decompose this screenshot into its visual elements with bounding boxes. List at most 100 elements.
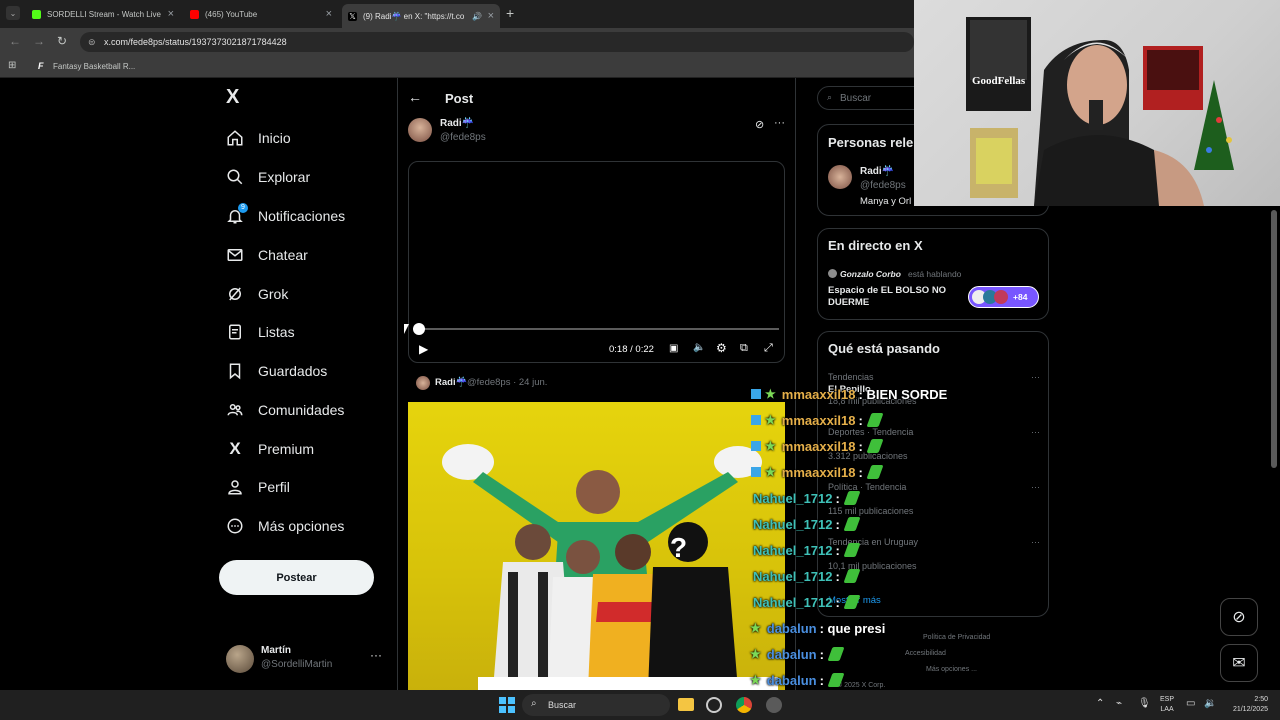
close-tab-icon[interactable]: × [326,8,332,20]
file-explorer-icon[interactable] [678,698,694,711]
trend-more-icon[interactable]: ··· [1031,482,1040,492]
app-icon[interactable] [706,697,722,713]
audio-icon[interactable]: 🔊 [472,12,482,21]
grok-explain-icon[interactable]: ⊘ [755,118,764,131]
live-host-name[interactable]: Gonzalo Corbo [840,269,901,279]
nav-label: Explorar [258,169,311,185]
reload-icon[interactable]: ↻ [57,34,67,48]
url-field[interactable]: ⊜ x.com/fede8ps/status/19373730218717844… [80,32,914,52]
browser-tab-youtube[interactable]: (465) YouTube × [184,4,338,24]
nav-communities[interactable]: Comunidades [226,397,344,423]
volume-icon[interactable]: 🔈 [693,342,705,353]
site-info-icon[interactable]: ⊜ [88,37,96,48]
settings-gear-icon[interactable]: ⚙ [716,341,727,355]
grok-floating-button[interactable]: ⊘ [1220,598,1258,636]
trend-more-icon[interactable]: ··· [1031,427,1040,437]
nav-lists[interactable]: Listas [226,319,295,345]
fullscreen-icon[interactable]: ⤢ [764,342,773,355]
language-indicator[interactable]: ESP LAA [1160,695,1174,715]
chrome-icon[interactable] [736,697,752,713]
page-scrollbar[interactable] [1271,210,1277,468]
url-text: x.com/fede8ps/status/1937373021871784428 [104,37,287,47]
chat-message: Nahuel_1712 : [753,566,861,586]
captions-icon[interactable]: ▣ [669,343,678,354]
chat-text: : [819,646,824,662]
chat-text: : [835,568,840,584]
nav-more-options[interactable]: Más opciones [226,513,344,539]
chat-message: ★ mmaaxxil18 : [751,410,884,430]
mouse-cursor-icon [404,324,409,334]
star-badge-icon: ★ [750,673,761,687]
author-name[interactable]: Radi☔ [440,118,474,129]
emote-icon [843,543,861,557]
play-icon[interactable]: ▶ [419,342,428,356]
nav-grok[interactable]: Grok [226,281,288,307]
post-image[interactable]: ? [408,402,785,690]
bookmark-fantasy-basketball[interactable]: Fantasy Basketball R... [53,62,135,71]
nav-explore[interactable]: Explorar [226,164,310,190]
tray-chevron-icon[interactable]: ⌃ [1096,698,1104,709]
browser-tab-x-active[interactable]: 𝕏 (9) Radi☔ en X: "https://t.co 🔊 × [342,4,500,28]
close-tab-icon[interactable]: × [168,8,174,20]
clock[interactable]: 2:50 21/12/2025 [1224,695,1268,715]
tab-search-icon[interactable]: ⌄ [6,6,20,20]
more-circle-icon [226,517,244,535]
nav-home[interactable]: Inicio [226,125,291,151]
star-badge-icon: ★ [750,621,761,635]
account-more-icon[interactable]: ··· [370,648,382,662]
fantasy-bookmark-icon: F [38,61,44,71]
search-icon [226,168,244,186]
volume-icon[interactable]: 🔉 [1204,698,1216,709]
listener-avatar [994,290,1008,304]
microphone-icon[interactable]: 🎙 [1138,698,1151,709]
video-player[interactable]: ▶ 0:18 / 0:22 ▣ 🔈 ⚙ ⧉ ⤢ [408,161,785,363]
nav-label: Grok [258,286,289,302]
nav-notifications[interactable]: 9 Notificaciones [226,203,345,229]
nav-label: Notificaciones [258,208,346,224]
chat-text: : [835,594,840,610]
windows-taskbar: ⌕ Buscar ⌃ ⌁ 🎙 ESP LAA ▭ 🔉 2:50 21/12/20… [0,690,1280,720]
video-progress-track[interactable] [419,328,779,330]
close-tab-icon[interactable]: × [488,10,494,22]
messages-floating-button[interactable]: ✉ [1220,644,1258,682]
back-arrow-icon[interactable]: ← [408,89,422,105]
post-more-icon[interactable]: ··· [774,117,785,129]
video-progress-handle[interactable] [413,323,425,335]
forward-icon[interactable]: → [33,34,45,48]
account-switcher[interactable]: Martín @SordelliMartin ··· [226,642,386,676]
author-avatar[interactable] [408,118,432,142]
app-icon[interactable] [766,697,782,713]
chat-username: mmaaxxil18 [781,412,856,428]
nav-profile[interactable]: Perfil [226,474,290,500]
person-avatar[interactable] [828,165,852,189]
live-space-title[interactable]: Espacio de EL BOLSO NO DUERME [828,285,958,309]
nav-label: Comunidades [258,402,345,418]
nav-premium[interactable]: X Premium [226,436,314,462]
network-icon[interactable]: ▭ [1186,698,1195,709]
back-icon[interactable]: ← [9,34,21,48]
trend-more-icon[interactable]: ··· [1031,537,1040,547]
chat-message: Nahuel_1712 : [753,592,861,612]
tray-icon[interactable]: ⌁ [1116,698,1122,709]
pip-icon[interactable]: ⧉ [740,342,748,355]
nav-bookmarks[interactable]: Guardados [226,358,327,384]
windows-start-icon[interactable] [499,697,515,713]
nav-chat[interactable]: Chatear [226,242,308,268]
chat-message: Nahuel_1712 : [753,540,861,560]
browser-tab-sordelli[interactable]: SORDELLI Stream - Watch Live × [26,4,180,24]
search-placeholder: Buscar [840,93,872,104]
taskbar-search-label: Buscar [548,700,577,710]
quoted-author-name[interactable]: Radi☔ [435,377,467,388]
post-button[interactable]: Postear [219,560,374,595]
live-listeners-pill[interactable]: +84 [968,286,1039,308]
author-handle[interactable]: @fede8ps [440,132,486,143]
taskbar-search[interactable]: ⌕ Buscar [522,694,670,716]
new-tab-button[interactable]: + [506,5,514,21]
nav-label: Guardados [258,363,328,379]
quoted-author-avatar[interactable] [416,376,430,390]
person-name[interactable]: Radi☔ [860,166,894,177]
chat-username: dabalun [766,672,817,688]
apps-grid-icon[interactable]: ⊞ [8,60,16,71]
trend-more-icon[interactable]: ··· [1031,372,1040,382]
x-logo-icon[interactable]: X [226,86,239,109]
